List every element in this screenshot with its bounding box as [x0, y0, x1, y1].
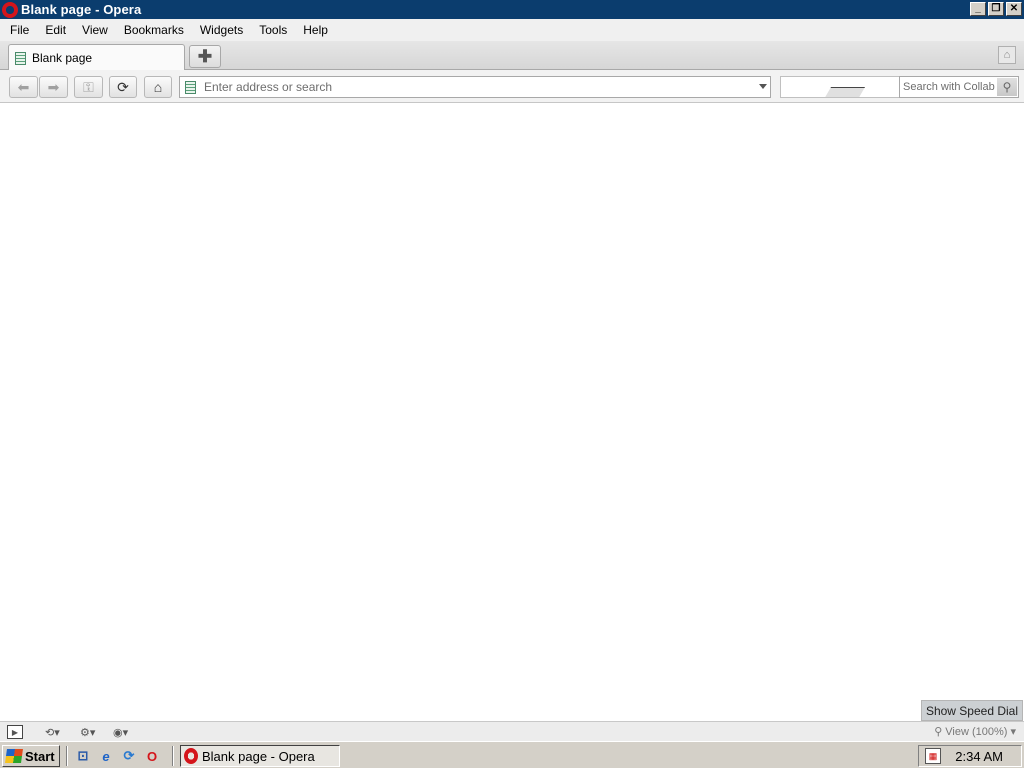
window-controls: _ ❐ ✕ [970, 2, 1022, 16]
taskbar-item-opera[interactable]: Blank page - Opera [180, 745, 340, 767]
internet-explorer-icon[interactable]: e [97, 747, 115, 765]
taskbar-separator [66, 746, 68, 766]
page-icon [185, 80, 196, 94]
search-engine-icon [822, 87, 866, 97]
key-icon: ⚿ [83, 78, 94, 95]
show-speed-dial-button[interactable]: Show Speed Dial [920, 700, 1023, 721]
show-desktop-icon[interactable]: ⊡ [74, 747, 92, 765]
taskbar: Start ⊡ e ⟳ O Blank page - Opera ▦ 2:34 … [0, 741, 1024, 768]
forward-button[interactable]: ➡ [39, 76, 68, 98]
opera-icon [184, 748, 198, 764]
search-icon: ⚲ [1002, 80, 1012, 94]
window-titlebar[interactable]: Blank page - Opera _ ❐ ✕ [0, 0, 1024, 19]
address-input[interactable] [204, 80, 744, 94]
menu-bookmarks[interactable]: Bookmarks [116, 23, 192, 37]
back-icon: ⬅ [17, 78, 30, 95]
back-button[interactable]: ⬅ [9, 76, 38, 98]
minimize-button[interactable]: _ [970, 2, 986, 16]
menu-edit[interactable]: Edit [37, 23, 74, 37]
opera-logo-icon [2, 1, 18, 18]
media-icon[interactable]: ⟳ [120, 747, 138, 765]
page-content[interactable]: Show Speed Dial [0, 103, 1024, 721]
window-title: Blank page - Opera [21, 2, 142, 17]
close-button[interactable]: ✕ [1006, 2, 1022, 16]
chevron-down-icon: ▾ [1010, 726, 1016, 738]
menu-file[interactable]: File [2, 23, 37, 37]
clock[interactable]: 2:34 AM [955, 749, 1003, 764]
search-button[interactable]: ⚲ [997, 78, 1017, 96]
search-engine-selector[interactable] [780, 76, 900, 98]
start-button[interactable]: Start [2, 745, 60, 767]
opera-icon[interactable]: O [143, 747, 161, 765]
home-button[interactable]: ⌂ [144, 76, 172, 98]
calendar-icon[interactable]: ▦ [925, 748, 941, 764]
tab-blank-page[interactable]: Blank page [8, 44, 185, 71]
address-bar[interactable] [179, 76, 771, 98]
forward-icon: ➡ [47, 78, 60, 95]
reload-button[interactable]: ⟳ [109, 76, 137, 98]
tab-label: Blank page [32, 51, 93, 65]
panel-toggle-icon[interactable]: ▶ [7, 725, 23, 739]
turbo-icon[interactable]: ◉▾ [113, 725, 128, 739]
zoom-label: View (100%) [945, 725, 1008, 738]
menu-tools[interactable]: Tools [251, 23, 295, 37]
zoom-control[interactable]: ⚲ View (100%) ▾ [934, 725, 1016, 739]
status-bar: ▶ ⟲▾ ⚙▾ ◉▾ ⚲ View (100%) ▾ [0, 721, 1024, 741]
plus-icon: ✚ [197, 46, 213, 66]
reload-icon: ⟳ [117, 78, 129, 95]
taskbar-separator [172, 746, 174, 766]
restore-button[interactable]: ❐ [988, 2, 1004, 16]
chevron-down-icon[interactable] [759, 84, 767, 89]
home-icon: ⌂ [153, 79, 163, 95]
unite-icon[interactable]: ⚙▾ [80, 725, 95, 739]
menu-view[interactable]: View [74, 23, 116, 37]
sync-icon[interactable]: ⟲▾ [45, 725, 60, 739]
system-tray: ▦ 2:34 AM [918, 745, 1022, 767]
search-box[interactable]: ⚲ [899, 76, 1019, 98]
page-icon [15, 51, 26, 65]
trash-icon[interactable]: ⌂ [998, 46, 1016, 64]
menu-help[interactable]: Help [295, 23, 336, 37]
menu-widgets[interactable]: Widgets [192, 23, 251, 37]
search-input[interactable] [903, 81, 995, 93]
tab-bar: Blank page ✚ ⌂ [0, 41, 1024, 71]
zoom-icon: ⚲ [934, 726, 943, 738]
windows-logo-icon [5, 749, 23, 763]
menu-bar: File Edit View Bookmarks Widgets Tools H… [0, 19, 1024, 41]
new-tab-button[interactable]: ✚ [189, 45, 221, 68]
security-button[interactable]: ⚿ [74, 76, 103, 98]
navigation-bar: ⬅ ➡ ⚿ ⟳ ⌂ ⚲ [0, 70, 1024, 103]
